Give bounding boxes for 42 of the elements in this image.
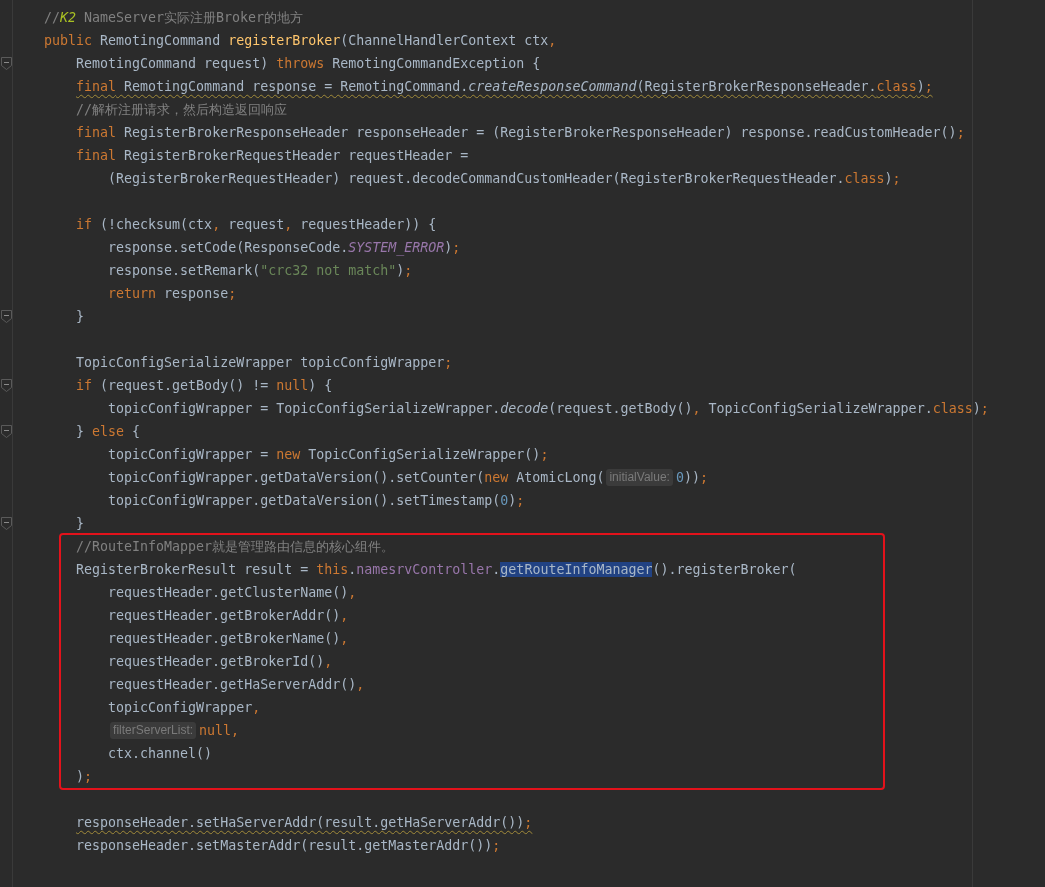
fold-icon[interactable] bbox=[1, 57, 12, 70]
fold-icon[interactable] bbox=[1, 517, 12, 530]
code-line: final RegisterBrokerResponseHeader responseHeader = (RegisterBrokerResponseHeader) response.readCustomHeader(); bbox=[76, 123, 965, 142]
code-line: 0)); bbox=[675, 468, 708, 487]
code-line: responseHeader.setHaServerAddr(result.getHaServerAddr()); bbox=[76, 813, 533, 832]
code-line: topicConfigWrapper = new TopicConfigSerializeWrapper(); bbox=[108, 445, 549, 464]
code-line: responseHeader.setMasterAddr(result.getMasterAddr()); bbox=[76, 836, 501, 855]
code-line: null, bbox=[199, 721, 240, 740]
code-line: requestHeader.getBrokerAddr(), bbox=[108, 606, 349, 625]
code-line: requestHeader.getHaServerAddr(), bbox=[108, 675, 365, 694]
fold-icon[interactable] bbox=[1, 310, 12, 323]
code-line: //K2 NameServer实际注册Broker的地方 bbox=[44, 8, 304, 27]
fold-icon[interactable] bbox=[1, 425, 12, 438]
code-line: public RemotingCommand registerBroker(ChannelHandlerContext ctx, bbox=[44, 31, 557, 50]
code-line: topicConfigWrapper, bbox=[108, 698, 261, 717]
code-line: requestHeader.getClusterName(), bbox=[108, 583, 357, 602]
code-line: topicConfigWrapper = TopicConfigSerializeWrapper.decode(request.getBody(), TopicConfigSerializeWrapper.class); bbox=[108, 399, 989, 418]
code-line: requestHeader.getBrokerName(), bbox=[108, 629, 349, 648]
code-line: (RegisterBrokerRequestHeader) request.decodeCommandCustomHeader(RegisterBrokerRequestHeader.class); bbox=[108, 169, 901, 188]
code-line: final RegisterBrokerRequestHeader requestHeader = bbox=[76, 146, 469, 165]
code-line: RegisterBrokerResult result = this.namesrvController.getRouteInfoManager().registerBroker( bbox=[76, 560, 797, 579]
code-line: topicConfigWrapper.getDataVersion().setTimestamp(0); bbox=[108, 491, 525, 510]
code-line: //解析注册请求，然后构造返回响应 bbox=[76, 100, 288, 119]
code-line: TopicConfigSerializeWrapper topicConfigWrapper; bbox=[76, 353, 453, 372]
code-line: return response; bbox=[108, 284, 237, 303]
parameter-hint: initialValue: bbox=[606, 469, 673, 486]
code-line: ); bbox=[76, 767, 93, 786]
code-line: //RouteInfoMapper就是管理路由信息的核心组件。 bbox=[76, 537, 395, 556]
parameter-hint: filterServerList: bbox=[110, 722, 197, 739]
code-line: if (request.getBody() != null) { bbox=[76, 376, 333, 395]
code-line: RemotingCommand request) throws RemotingCommandException { bbox=[76, 54, 541, 73]
code-line: } else { bbox=[76, 422, 141, 441]
code-line: ctx.channel() bbox=[108, 744, 213, 763]
code-line: } bbox=[76, 307, 85, 326]
code-line: response.setRemark("crc32 not match"); bbox=[108, 261, 413, 280]
code-line: requestHeader.getBrokerId(), bbox=[108, 652, 333, 671]
code-line: response.setCode(ResponseCode.SYSTEM_ERROR); bbox=[108, 238, 461, 257]
code-line: } bbox=[76, 514, 85, 533]
code-line: if (!checksum(ctx, request, requestHeader)) { bbox=[76, 215, 437, 234]
fold-icon[interactable] bbox=[1, 379, 12, 392]
code-line: topicConfigWrapper.getDataVersion().setCounter(new AtomicLong( bbox=[108, 468, 605, 487]
code-line: final RemotingCommand response = RemotingCommand.createResponseCommand(RegisterBrokerResponseHeader.class); bbox=[76, 77, 933, 96]
